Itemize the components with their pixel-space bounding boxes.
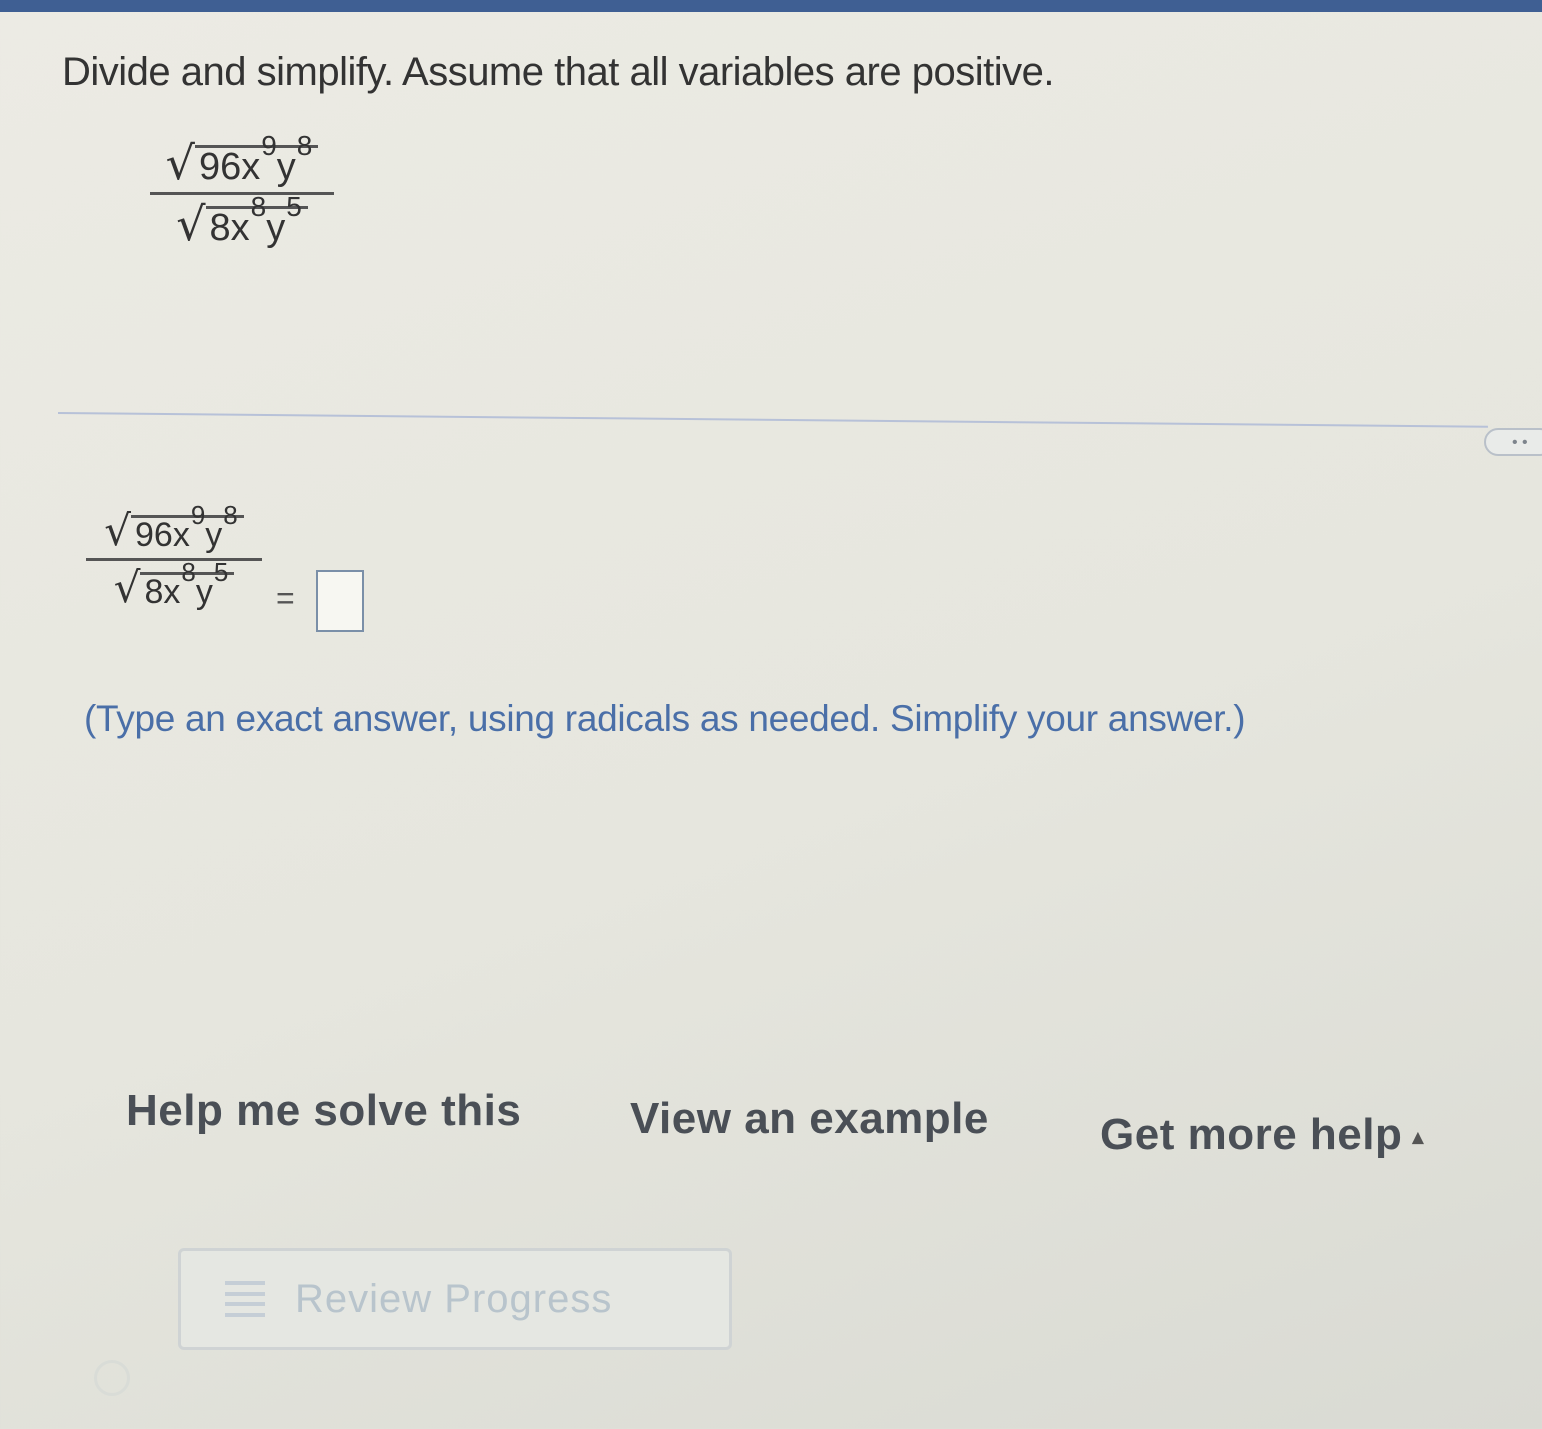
view-example-button[interactable]: View an example	[630, 1094, 989, 1144]
numerator-radical: √ 96x 9 y 8	[165, 132, 319, 190]
section-divider	[57, 412, 1488, 428]
denominator-coef: 8x	[144, 573, 181, 611]
question-expression: √ 96x 9 y 8 √ 8x 8 y 5	[150, 132, 334, 251]
fraction-bar	[86, 558, 262, 561]
numerator-y: y	[276, 146, 296, 188]
answer-expression: √ 96x 9 y 8 √ 8x 8 y 5	[86, 502, 262, 612]
review-progress-button[interactable]: Review Progress	[178, 1248, 732, 1350]
denominator-coef: 8x	[209, 207, 250, 249]
numerator-y-exponent: 8	[296, 130, 313, 161]
answer-input[interactable]	[316, 570, 364, 632]
question-instruction: Divide and simplify. Assume that all var…	[62, 50, 1054, 94]
top-accent-bar	[0, 0, 1542, 12]
numerator-y: y	[205, 516, 223, 554]
numerator-coef: 96x	[198, 146, 261, 188]
caret-up-icon: ▴	[1412, 1124, 1424, 1150]
denominator-x-exponent: 8	[250, 191, 267, 222]
get-more-help-label: Get more help	[1100, 1110, 1403, 1159]
denominator-y-exponent: 5	[213, 557, 229, 587]
numerator-x-exponent: 9	[190, 500, 206, 530]
numerator-coef: 96x	[135, 516, 190, 554]
numerator-y-exponent: 8	[223, 500, 238, 530]
review-progress-label: Review Progress	[295, 1276, 613, 1321]
status-circle-icon	[94, 1360, 130, 1396]
answer-denominator: √ 8x 8 y 5	[113, 559, 235, 612]
numerator-x-exponent: 9	[261, 130, 277, 161]
radical-sign-icon: √	[176, 197, 206, 251]
denominator-y: y	[195, 573, 213, 611]
list-icon	[225, 1281, 265, 1317]
denominator-y: y	[266, 207, 286, 249]
equals-sign: =	[276, 580, 295, 616]
radical-sign-icon: √	[104, 506, 131, 555]
denominator-y-exponent: 5	[286, 191, 302, 222]
answer-numerator: √ 96x 9 y 8	[104, 502, 244, 555]
numerator-radical: √ 96x 9 y 8	[104, 502, 244, 555]
radical-sign-icon: √	[165, 136, 195, 190]
expand-more-button[interactable]: • •	[1484, 428, 1542, 456]
radical-sign-icon: √	[113, 563, 141, 612]
answer-hint: (Type an exact answer, using radicals as…	[84, 698, 1246, 739]
question-denominator: √ 8x 8 y 5	[176, 193, 308, 251]
fraction-bar	[150, 192, 334, 195]
denominator-radical: √ 8x 8 y 5	[176, 193, 308, 251]
denominator-x-exponent: 8	[181, 557, 196, 587]
denominator-radical: √ 8x 8 y 5	[113, 559, 235, 612]
question-numerator: √ 96x 9 y 8	[165, 132, 319, 190]
help-me-solve-button[interactable]: Help me solve this	[126, 1086, 521, 1136]
get-more-help-button[interactable]: Get more help ▴	[1100, 1110, 1424, 1160]
